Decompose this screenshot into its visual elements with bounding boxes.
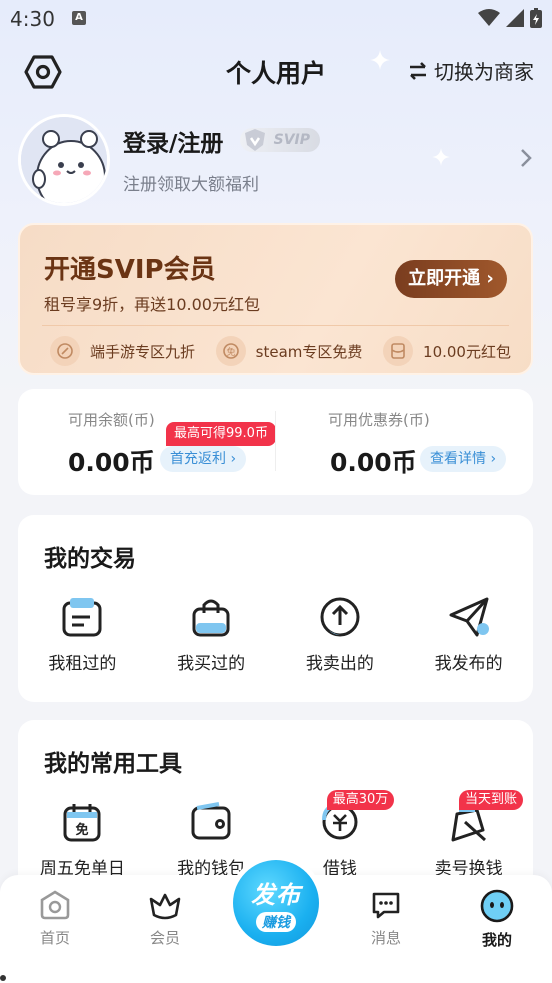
coupon-value: 0.00币 bbox=[330, 448, 417, 477]
me-icon bbox=[480, 889, 514, 923]
switch-to-merchant-button[interactable]: 切换为商家 bbox=[408, 56, 534, 85]
earn-label: 赚钱 bbox=[256, 911, 296, 932]
nav-label: 消息 bbox=[370, 929, 401, 947]
balance-card: 可用余额(币) 0.00币 最高可得99.0币 首充返利 › 可用优惠券(币) … bbox=[18, 389, 533, 495]
view-details-label: 查看详情 bbox=[430, 451, 486, 467]
red-packet-icon bbox=[383, 336, 414, 366]
nav-me[interactable]: 我的 bbox=[462, 889, 532, 950]
svip-title: 开通SVIP会员 bbox=[44, 255, 216, 285]
profile-section[interactable]: 登录/注册 SVIP 注册领取大额福利 bbox=[18, 114, 538, 206]
perk-label: 10.00元红包 bbox=[423, 342, 511, 361]
home-indicator bbox=[0, 975, 6, 981]
trade-published[interactable]: 我发布的 bbox=[404, 595, 533, 674]
member-icon bbox=[149, 893, 181, 920]
nav-label: 首页 bbox=[39, 929, 70, 947]
perk-label: 端手游专区九折 bbox=[90, 342, 196, 361]
max-loan-tag: 最高30万 bbox=[326, 790, 395, 810]
publish-circle: 发布 赚钱 bbox=[233, 860, 319, 946]
balance-value: 0.00币 bbox=[68, 448, 155, 477]
open-svip-label: 立即开通 bbox=[408, 268, 481, 289]
svg-text:免: 免 bbox=[76, 822, 89, 838]
publish-label: 发布 bbox=[251, 880, 301, 909]
message-icon bbox=[372, 892, 400, 919]
section-title: 我的常用工具 bbox=[44, 751, 182, 777]
status-bar: 4:30 A bbox=[0, 0, 552, 38]
tool-free-day[interactable]: 免 周五免单日 bbox=[18, 800, 147, 879]
status-time: 4:30 bbox=[10, 7, 55, 31]
svip-shield-icon bbox=[245, 129, 265, 151]
switch-label: 切换为商家 bbox=[434, 60, 534, 84]
sparkle-icon bbox=[370, 50, 390, 70]
trade-label: 我卖出的 bbox=[305, 654, 374, 674]
sold-upload-icon bbox=[320, 597, 360, 637]
wifi-icon bbox=[478, 9, 500, 26]
balance-label: 可用余额(币) bbox=[68, 411, 155, 429]
svip-badge: SVIP bbox=[240, 128, 320, 152]
perk-item: 端手游专区九折 bbox=[50, 336, 195, 366]
trade-label: 我买过的 bbox=[177, 654, 246, 674]
battery-icon bbox=[530, 8, 542, 28]
trade-label: 我租过的 bbox=[48, 654, 117, 674]
trade-rented[interactable]: 我租过的 bbox=[18, 595, 147, 674]
signal-icon bbox=[506, 9, 524, 27]
chevron-right-icon[interactable] bbox=[520, 148, 532, 168]
nav-home[interactable]: 首页 bbox=[20, 889, 90, 948]
trade-bought[interactable]: 我买过的 bbox=[147, 595, 276, 674]
trades-grid: 我租过的 我买过的 我卖出的 我发布的 bbox=[18, 595, 533, 674]
bear-mascot-icon bbox=[21, 117, 107, 203]
section-title: 我的交易 bbox=[44, 546, 136, 572]
free-icon: 免 bbox=[215, 336, 246, 366]
divider bbox=[275, 411, 276, 471]
profile-subtitle: 注册领取大额福利 bbox=[123, 175, 259, 195]
max-bonus-tag: 最高可得99.0币 bbox=[166, 422, 276, 446]
login-register-link[interactable]: 登录/注册 bbox=[123, 124, 223, 158]
svg-text:免: 免 bbox=[226, 346, 235, 358]
published-send-icon bbox=[449, 597, 489, 637]
nav-message[interactable]: 消息 bbox=[351, 889, 421, 948]
view-details-button[interactable]: 查看详情 › bbox=[420, 446, 507, 472]
nav-label: 我的 bbox=[481, 931, 512, 949]
bottom-nav: 首页 会员 发布 赚钱 消息 我的 bbox=[0, 855, 552, 983]
svip-badge-label: SVIP bbox=[273, 132, 310, 148]
bought-bag-icon bbox=[192, 599, 230, 637]
divider bbox=[42, 325, 509, 326]
svip-subtitle: 租号享9折，再送10.00元红包 bbox=[44, 295, 260, 314]
coupon-label: 可用优惠券(币) bbox=[328, 411, 430, 429]
open-svip-button[interactable]: 立即开通 › bbox=[395, 260, 507, 298]
svip-perks: 端手游专区九折 免 steam专区免费 10.00元红包 bbox=[50, 331, 511, 371]
perk-item: 免 steam专区免费 bbox=[215, 336, 363, 366]
header: 个人用户 切换为商家 bbox=[0, 44, 552, 100]
status-icons bbox=[478, 8, 542, 28]
tool-sell-account[interactable]: 当天到账 卖号换钱 bbox=[404, 790, 533, 879]
home-icon bbox=[40, 890, 70, 920]
nav-label: 会员 bbox=[149, 929, 180, 947]
rented-icon bbox=[62, 598, 102, 637]
first-recharge-rebate-label: 首充返利 bbox=[170, 451, 226, 467]
perk-label: steam专区免费 bbox=[255, 342, 363, 361]
trade-label: 我发布的 bbox=[434, 654, 503, 674]
svip-promo-card[interactable]: 开通SVIP会员 租号享9折，再送10.00元红包 立即开通 › 端手游专区九折… bbox=[18, 223, 533, 375]
trade-sold[interactable]: 我卖出的 bbox=[276, 595, 405, 674]
avatar[interactable] bbox=[18, 114, 110, 206]
my-trades-card: 我的交易 我租过的 我买过的 我卖出的 我发布的 bbox=[18, 515, 533, 702]
free-day-calendar-icon: 免 bbox=[63, 804, 101, 842]
discount-icon bbox=[50, 336, 80, 366]
same-day-tag: 当天到账 bbox=[458, 790, 523, 810]
publish-button[interactable]: 发布 赚钱 bbox=[228, 855, 324, 951]
notification-icon: A bbox=[72, 11, 86, 25]
wallet-icon bbox=[191, 802, 231, 840]
first-recharge-rebate-button[interactable]: 首充返利 › bbox=[160, 446, 247, 472]
perk-item: 10.00元红包 bbox=[383, 336, 511, 366]
switch-arrows-icon bbox=[410, 61, 426, 80]
sparkle-icon bbox=[432, 148, 450, 166]
nav-member[interactable]: 会员 bbox=[130, 889, 200, 948]
